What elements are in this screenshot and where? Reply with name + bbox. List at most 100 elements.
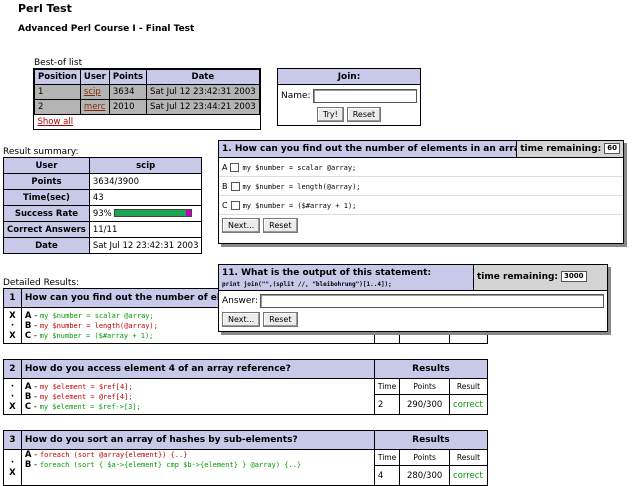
answer-letter: A <box>24 381 32 392</box>
join-panel: Join: Name: Try! Reset <box>277 68 421 126</box>
answer-mark: X <box>9 330 16 341</box>
question-number: 1 <box>3 288 22 308</box>
show-all-link[interactable]: Show all <box>38 117 74 127</box>
summary-label: Correct Answers <box>3 221 90 238</box>
answer-input[interactable] <box>260 294 604 308</box>
answer-code: my $number = ($#array + 1); <box>39 331 154 340</box>
user-link-scip[interactable]: scip <box>84 87 101 97</box>
col-date: Date <box>146 69 260 85</box>
col-user: User <box>79 69 110 85</box>
time-label: time remaining: <box>520 144 602 154</box>
try-button[interactable]: Try! <box>316 107 344 122</box>
cell-points: 2010 <box>108 99 148 115</box>
reset-button[interactable]: Reset <box>346 107 382 122</box>
table-row: 2 merc 2010 Sat Jul 12 23:44:21 2003 <box>34 99 260 115</box>
best-of-table: Position User Points Date 1 scip 3634 Sa… <box>34 69 260 129</box>
col-points: Points <box>399 378 451 395</box>
summary-points: 3634/3900 <box>88 173 203 190</box>
results-header: Results <box>373 430 489 450</box>
option-letter: B <box>222 182 228 191</box>
results-header: Results <box>373 359 489 379</box>
answer-letter: B <box>24 320 32 331</box>
question-number: 3 <box>3 430 22 450</box>
answer-code: my $number = scalar @array; <box>39 311 154 320</box>
option-code: my $number = scalar @array; <box>242 164 357 172</box>
question-popup-1: 1. How can you find out the number of el… <box>218 140 624 244</box>
popup2-reset-button[interactable]: Reset <box>263 312 298 327</box>
answer-code: foreach (sort { $a->{element} cmp $b->{e… <box>39 461 302 469</box>
popup1-timer: time remaining: 60 <box>516 141 623 157</box>
summary-panel: User scip Points 3634/3900 Time(sec) 43 Suc… <box>3 157 203 254</box>
answer-mark: X <box>9 310 16 321</box>
page-subtitle: Advanced Perl Course I - Final Test <box>18 24 195 34</box>
summary-user: scip <box>88 157 203 174</box>
answer-letter: A <box>24 450 32 460</box>
option-c[interactable]: Cmy $number = ($#array + 1); <box>219 196 623 215</box>
user-link-merc[interactable]: merc <box>84 102 106 112</box>
option-code: my $number = ($#array + 1); <box>242 202 357 210</box>
name-input[interactable] <box>312 89 417 103</box>
question-popup-2: 11. What is the output of this statement… <box>218 264 608 332</box>
col-result: Result <box>449 449 488 466</box>
cell-date: Sat Jul 12 23:42:31 2003 <box>146 84 260 100</box>
question-text: How do you access element 4 of an array … <box>20 359 375 379</box>
result-time: 2 <box>373 394 401 415</box>
cell-position: 2 <box>34 99 81 115</box>
cell-position: 1 <box>34 84 81 100</box>
answer-letter: C <box>24 330 32 341</box>
result-status: correct <box>449 394 488 415</box>
col-points: Points <box>108 69 148 85</box>
popup1-next-button[interactable]: Next... <box>222 218 261 233</box>
best-of-panel: Position User Points Date 1 scip 3634 Sa… <box>33 68 261 130</box>
option-letter: A <box>222 163 228 172</box>
summary-caption: Result summary: <box>3 147 79 157</box>
option-b[interactable]: Bmy $number = length(@array); <box>219 177 623 196</box>
success-rate-bar <box>114 209 193 217</box>
answer-mark: X <box>9 467 16 478</box>
summary-label: Time(sec) <box>3 189 90 206</box>
result-time: 4 <box>373 465 401 486</box>
option-letter: C <box>222 201 228 210</box>
option-a[interactable]: Amy $number = scalar @array; <box>219 158 623 177</box>
popup1-reset-button[interactable]: Reset <box>263 218 298 233</box>
question-text: How do you sort an array of hashes by su… <box>20 430 375 450</box>
answer-label: Answer: <box>222 296 259 306</box>
cell-date: Sat Jul 12 23:44:21 2003 <box>146 99 260 115</box>
answer-mark: X <box>9 401 16 412</box>
result-points: 280/300 <box>399 465 451 486</box>
answer-letter: B <box>24 460 32 470</box>
page-title: Perl Test <box>18 2 72 15</box>
time-label: time remaining: <box>477 272 559 282</box>
option-b-checkbox[interactable] <box>230 182 240 191</box>
popup1-question: 1. How can you find out the number of el… <box>222 144 531 154</box>
summary-label: Date <box>3 237 90 254</box>
table-row: 1 scip 3634 Sat Jul 12 23:42:31 2003 <box>34 84 260 100</box>
answer-letter: B <box>24 391 32 402</box>
summary-label: Success Rate <box>3 205 90 222</box>
option-code: my $number = length(@array); <box>242 183 361 191</box>
answer-code: my $element = @ref[4]; <box>39 392 133 401</box>
summary-time: 43 <box>88 189 203 206</box>
col-points: Points <box>399 449 451 466</box>
time-value: 60 <box>604 143 620 154</box>
best-of-caption: Best-of list <box>34 58 83 68</box>
answer-code: my $element = $ref->[3]; <box>39 402 141 411</box>
summary-correct: 11/11 <box>88 221 203 238</box>
popup2-timer: time remaining: 3000 <box>473 265 607 290</box>
popup2-next-button[interactable]: Next... <box>222 312 261 327</box>
time-value: 3000 <box>561 271 587 282</box>
question-number: 2 <box>3 359 22 379</box>
result-points: 290/300 <box>399 394 451 415</box>
summary-table: User scip Points 3634/3900 Time(sec) 43 Suc… <box>3 157 203 254</box>
option-c-checkbox[interactable] <box>230 201 240 210</box>
summary-label: Points <box>3 173 90 190</box>
name-label: Name: <box>281 91 311 101</box>
detailed-caption: Detailed Results: <box>3 278 80 288</box>
col-time: Time <box>373 378 401 395</box>
col-time: Time <box>373 449 401 466</box>
result-status: correct <box>449 465 488 486</box>
answer-letter: C <box>24 401 32 412</box>
answer-letter: A <box>24 310 32 321</box>
option-a-checkbox[interactable] <box>230 163 240 172</box>
summary-label: User <box>3 157 90 174</box>
